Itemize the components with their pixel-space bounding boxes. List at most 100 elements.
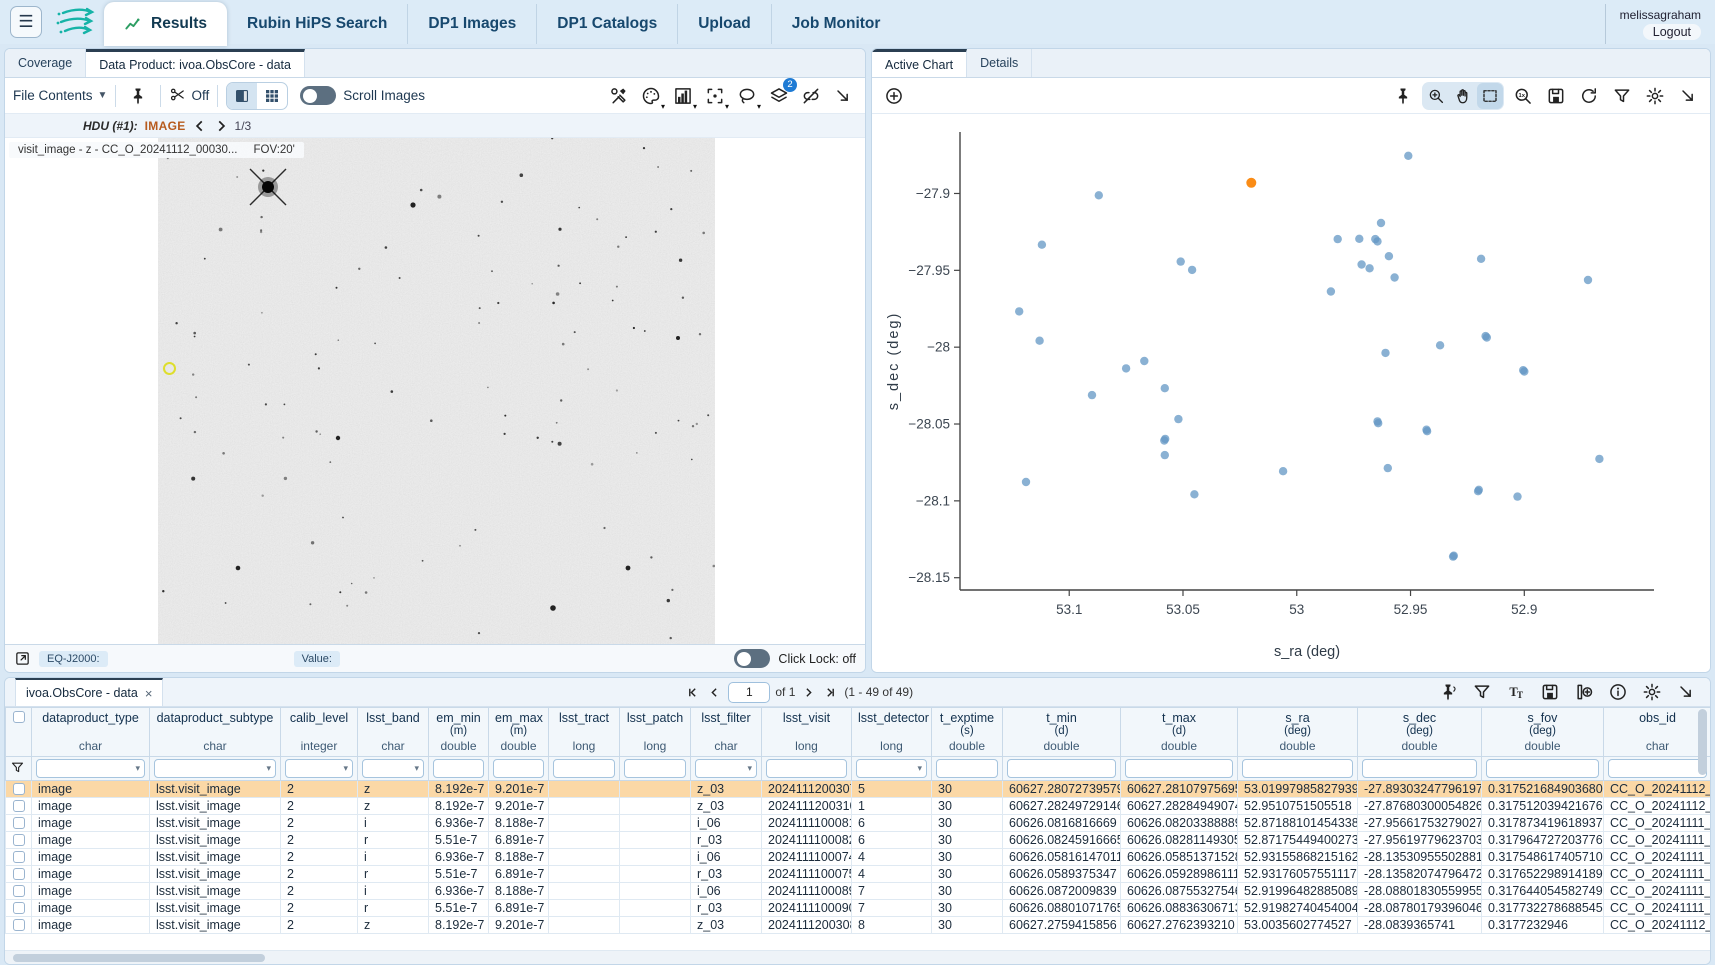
gear-button[interactable] xyxy=(1638,678,1666,706)
topnav-tab-dp1-images[interactable]: DP1 Images xyxy=(407,4,536,44)
cell-em_max[interactable]: 6.891e-7 xyxy=(489,832,549,849)
zoom-in-button[interactable] xyxy=(1423,83,1449,109)
row-checkbox[interactable] xyxy=(13,902,25,914)
filter-input-t_exptime[interactable] xyxy=(936,759,998,778)
cell-lsst_band[interactable]: i xyxy=(358,849,429,866)
cell-lsst_tract[interactable] xyxy=(549,832,620,849)
lasso-button[interactable]: ▾ xyxy=(733,82,761,110)
table-row[interactable]: imagelsst.visit_image2z8.192e-79.201e-7z… xyxy=(6,798,1711,815)
cell-t_exptime[interactable]: 30 xyxy=(932,866,1003,883)
cell-t_exptime[interactable]: 30 xyxy=(932,781,1003,798)
cell-calib_level[interactable]: 2 xyxy=(281,798,358,815)
chart-panel-tab-details[interactable]: Details xyxy=(967,49,1032,77)
cell-s_ra[interactable]: 52.93155868215162 xyxy=(1238,849,1358,866)
cell-lsst_band[interactable]: z xyxy=(358,917,429,934)
cell-t_min[interactable]: 60626.0872009839 xyxy=(1003,883,1121,900)
cell-t_min[interactable]: 60626.0589375347 xyxy=(1003,866,1121,883)
table-horizontal-scrollbar[interactable] xyxy=(5,950,1710,964)
filter-select-lsst_detector[interactable]: ▾ xyxy=(856,759,927,778)
cell-lsst_filter[interactable]: z_03 xyxy=(691,798,762,815)
table-row[interactable]: imagelsst.visit_image2i6.936e-78.188e-7i… xyxy=(6,883,1711,900)
expand-button[interactable] xyxy=(829,82,857,110)
table-row[interactable]: imagelsst.visit_image2z8.192e-79.201e-7z… xyxy=(6,917,1711,934)
cell-s_dec[interactable]: -28.135309555028815 xyxy=(1358,849,1482,866)
cell-obs_id[interactable]: CC_O_20241111_0 xyxy=(1604,849,1711,866)
cell-obs_id[interactable]: CC_O_20241112_0 xyxy=(1604,917,1711,934)
cell-em_max[interactable]: 9.201e-7 xyxy=(489,917,549,934)
table-vertical-scrollbar[interactable] xyxy=(1698,709,1708,875)
cell-lsst_detector[interactable]: 5 xyxy=(852,781,932,798)
cell-s_ra[interactable]: 52.91996482885089 xyxy=(1238,883,1358,900)
cell-lsst_patch[interactable] xyxy=(620,815,691,832)
cell-calib_level[interactable]: 2 xyxy=(281,815,358,832)
column-header-lsst_filter[interactable]: lsst_filter char xyxy=(691,708,762,757)
select-all-checkbox[interactable] xyxy=(13,711,25,723)
cell-lsst_visit[interactable]: 2024111200308 xyxy=(762,917,852,934)
unlink-button[interactable] xyxy=(797,82,825,110)
pin-button[interactable] xyxy=(1389,82,1417,110)
gear-button[interactable] xyxy=(1641,82,1669,110)
pin-table-button[interactable] xyxy=(1434,678,1462,706)
table-row[interactable]: imagelsst.visit_image2r5.51e-76.891e-7r_… xyxy=(6,900,1711,917)
cell-lsst_filter[interactable]: i_06 xyxy=(691,849,762,866)
select-all-header[interactable] xyxy=(6,708,32,757)
column-header-lsst_band[interactable]: lsst_band char xyxy=(358,708,429,757)
filter-button[interactable] xyxy=(1608,82,1636,110)
cell-lsst_detector[interactable]: 7 xyxy=(852,883,932,900)
row-checkbox[interactable] xyxy=(13,783,25,795)
cell-dataproduct_subtype[interactable]: lsst.visit_image xyxy=(150,815,281,832)
last-page-button[interactable] xyxy=(822,684,839,701)
cell-s_dec[interactable]: -27.89303247796197 xyxy=(1358,781,1482,798)
cell-s_ra[interactable]: 53.0035602774527 xyxy=(1238,917,1358,934)
cell-lsst_detector[interactable]: 4 xyxy=(852,849,932,866)
row-checkbox[interactable] xyxy=(13,851,25,863)
cell-lsst_band[interactable]: r xyxy=(358,900,429,917)
cell-lsst_detector[interactable]: 4 xyxy=(852,866,932,883)
cell-lsst_filter[interactable]: z_03 xyxy=(691,781,762,798)
cell-t_min[interactable]: 60626.088010717656 xyxy=(1003,900,1121,917)
cell-t_exptime[interactable]: 30 xyxy=(932,849,1003,866)
cell-s_fov[interactable]: 0.3176440545827492 xyxy=(1482,883,1604,900)
cell-dataproduct_type[interactable]: image xyxy=(32,917,150,934)
cell-dataproduct_type[interactable]: image xyxy=(32,798,150,815)
column-header-obs_id[interactable]: obs_id char xyxy=(1604,708,1711,757)
cell-s_fov[interactable]: 0.3175120394216766 xyxy=(1482,798,1604,815)
topnav-tab-dp1-catalogs[interactable]: DP1 Catalogs xyxy=(536,4,677,44)
row-checkbox[interactable] xyxy=(13,919,25,931)
cell-s_dec[interactable]: -27.956197796237035 xyxy=(1358,832,1482,849)
cell-dataproduct_subtype[interactable]: lsst.visit_image xyxy=(150,781,281,798)
cell-dataproduct_type[interactable]: image xyxy=(32,849,150,866)
column-header-em_max[interactable]: em_max (m) double xyxy=(489,708,549,757)
layers-button[interactable]: 2 xyxy=(765,82,793,110)
cell-t_exptime[interactable]: 30 xyxy=(932,815,1003,832)
cell-lsst_patch[interactable] xyxy=(620,900,691,917)
menu-hamburger-button[interactable]: ☰ xyxy=(10,6,42,38)
cell-calib_level[interactable]: 2 xyxy=(281,781,358,798)
cell-lsst_band[interactable]: z xyxy=(358,781,429,798)
cell-lsst_detector[interactable]: 7 xyxy=(852,900,932,917)
cell-em_min[interactable]: 5.51e-7 xyxy=(429,866,489,883)
cell-lsst_patch[interactable] xyxy=(620,917,691,934)
table-row[interactable]: imagelsst.visit_image2r5.51e-76.891e-7r_… xyxy=(6,866,1711,883)
fits-image-viewer[interactable]: visit_image - z - CC_O_20241112_00030...… xyxy=(5,138,865,644)
cell-t_exptime[interactable]: 30 xyxy=(932,798,1003,815)
cell-s_fov[interactable]: 0.3178734196189379 xyxy=(1482,815,1604,832)
cell-em_max[interactable]: 6.891e-7 xyxy=(489,900,549,917)
cell-em_max[interactable]: 6.891e-7 xyxy=(489,866,549,883)
info-button[interactable] xyxy=(1604,678,1632,706)
column-header-t_min[interactable]: t_min (d) double xyxy=(1003,708,1121,757)
zoom-1x-button[interactable]: 1x xyxy=(1509,82,1537,110)
add-column-button[interactable] xyxy=(1570,678,1598,706)
table-scroll-area[interactable]: dataproduct_type char dataproduct_subtyp… xyxy=(5,707,1710,950)
column-header-lsst_detector[interactable]: lsst_detector long xyxy=(852,708,932,757)
cell-t_min[interactable]: 60627.2759415856 xyxy=(1003,917,1121,934)
cell-dataproduct_subtype[interactable]: lsst.visit_image xyxy=(150,900,281,917)
cell-s_ra[interactable]: 52.87175449400273 xyxy=(1238,832,1358,849)
filter-input-s_dec[interactable] xyxy=(1362,759,1477,778)
cell-lsst_detector[interactable]: 8 xyxy=(852,917,932,934)
cell-calib_level[interactable]: 2 xyxy=(281,866,358,883)
filter-input-lsst_visit[interactable] xyxy=(766,759,847,778)
table-row[interactable]: imagelsst.visit_image2z8.192e-79.201e-7z… xyxy=(6,781,1711,798)
cell-t_max[interactable]: 60627.28284949074 xyxy=(1121,798,1238,815)
cell-lsst_visit[interactable]: 2024111100074 xyxy=(762,849,852,866)
